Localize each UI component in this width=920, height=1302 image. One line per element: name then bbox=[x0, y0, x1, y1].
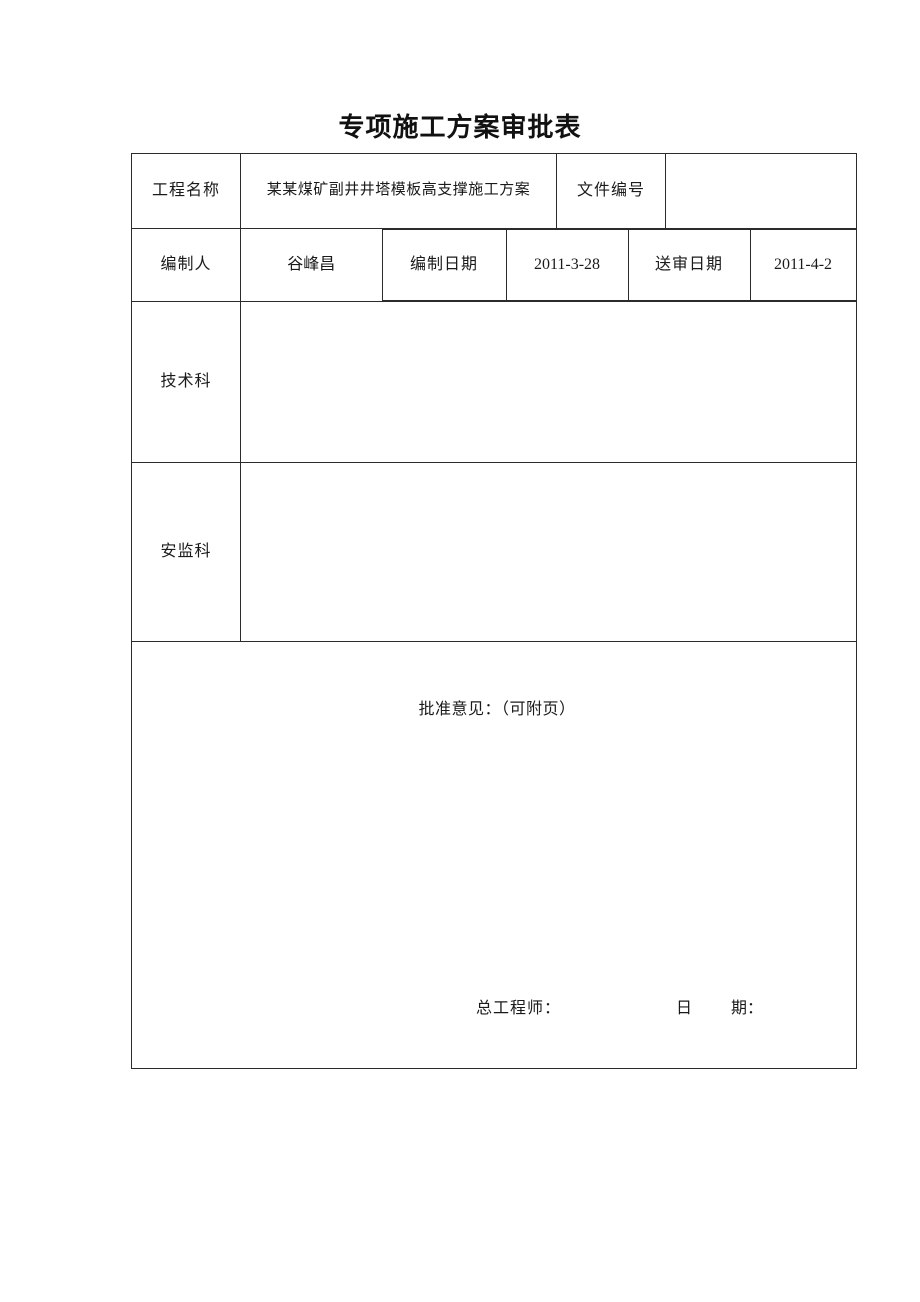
author-label: 编制人 bbox=[160, 256, 212, 274]
cell-compile-date-value[interactable]: 2011-3-28 bbox=[505, 229, 629, 301]
cell-doc-number-label: 文件编号 bbox=[556, 153, 666, 229]
cell-approval-opinion[interactable]: 批准意见：（可附页） 总工程师： 日 期： bbox=[131, 641, 857, 1069]
document-page: 专项施工方案审批表 工程名称 某某煤矿副井井塔模板高支撑施工方案 文件编号 编制… bbox=[0, 0, 920, 1302]
compile-date-label: 编制日期 bbox=[409, 256, 478, 274]
cell-doc-number-value[interactable] bbox=[665, 153, 857, 229]
signature-date-label-part1: 日 bbox=[676, 1000, 693, 1017]
approval-opinion-content bbox=[132, 722, 856, 1022]
table-row-project: 工程名称 某某煤矿副井井塔模板高支撑施工方案 文件编号 bbox=[131, 153, 857, 229]
cell-safety-dept-label: 安监科 bbox=[131, 462, 241, 642]
project-name-label: 工程名称 bbox=[151, 182, 220, 200]
cell-project-name-value[interactable]: 某某煤矿副井井塔模板高支撑施工方案 bbox=[240, 153, 557, 229]
cell-compile-date-label: 编制日期 bbox=[381, 229, 507, 301]
table-row-approval: 批准意见：（可附页） 总工程师： 日 期： bbox=[131, 641, 857, 1069]
cell-tech-dept-content[interactable] bbox=[240, 301, 857, 463]
approval-table: 工程名称 某某煤矿副井井塔模板高支撑施工方案 文件编号 编制人 谷峰昌 编制日期… bbox=[131, 153, 857, 1069]
doc-number-label: 文件编号 bbox=[576, 182, 645, 200]
cell-tech-dept-label: 技术科 bbox=[131, 301, 241, 463]
approval-opinion-heading: 批准意见：（可附页） bbox=[418, 701, 576, 719]
chief-engineer-signature-label: 总工程师： bbox=[476, 1000, 562, 1017]
cell-author-label: 编制人 bbox=[131, 228, 241, 302]
cell-safety-dept-content[interactable] bbox=[240, 462, 857, 642]
project-name-value: 某某煤矿副井井塔模板高支撑施工方案 bbox=[266, 182, 531, 199]
table-row-tech-dept: 技术科 bbox=[131, 301, 857, 463]
table-row-safety-dept: 安监科 bbox=[131, 462, 857, 642]
submit-date-value: 2011-4-2 bbox=[773, 256, 833, 274]
compile-date-value: 2011-3-28 bbox=[533, 256, 601, 274]
cell-author-group: 谷峰昌 编制日期 2011-3-28 送审日期 2011-4-2 bbox=[241, 229, 857, 302]
cell-author-value[interactable]: 谷峰昌 bbox=[241, 229, 383, 301]
submit-date-label: 送审日期 bbox=[654, 256, 723, 274]
author-value: 谷峰昌 bbox=[287, 256, 336, 274]
tech-dept-label: 技术科 bbox=[160, 373, 212, 391]
page-title: 专项施工方案审批表 bbox=[338, 112, 582, 142]
table-row-author: 编制人 谷峰昌 编制日期 2011-3-28 送审日期 2011-4-2 bbox=[131, 228, 857, 302]
safety-dept-label: 安监科 bbox=[160, 543, 212, 561]
cell-submit-date-value[interactable]: 2011-4-2 bbox=[749, 229, 857, 301]
cell-project-name-label: 工程名称 bbox=[131, 153, 241, 229]
signature-date-label-part2: 期： bbox=[731, 1000, 764, 1017]
cell-submit-date-label: 送审日期 bbox=[627, 229, 751, 301]
